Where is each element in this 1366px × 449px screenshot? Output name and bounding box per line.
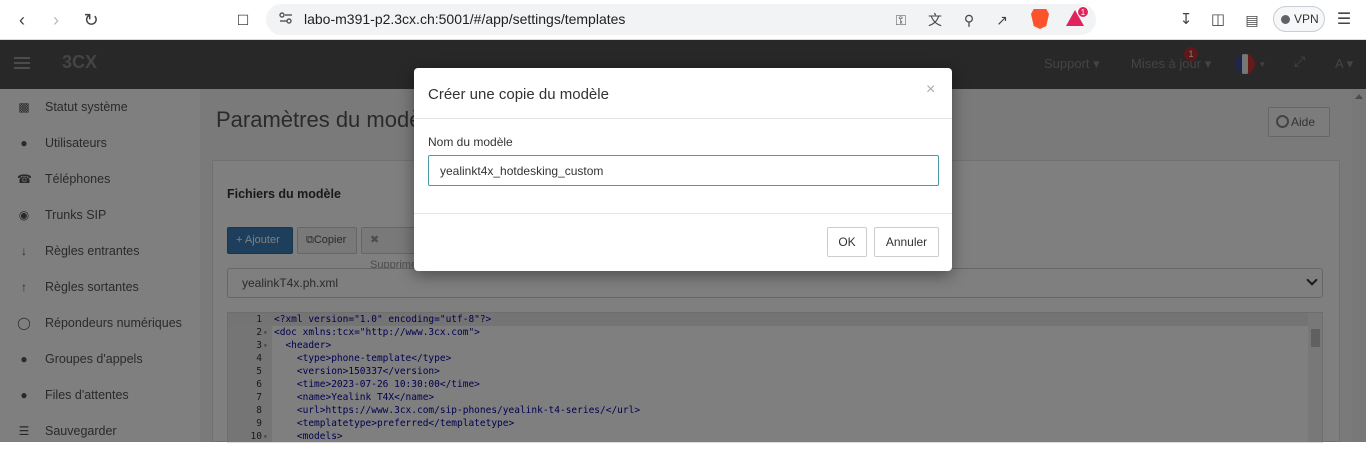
divider [414,118,952,119]
vpn-button[interactable]: VPN [1273,6,1325,32]
bookmark-icon[interactable]: ☐ [231,8,255,32]
ok-button[interactable]: OK [827,227,867,257]
close-icon[interactable]: × [926,81,935,99]
site-settings-icon[interactable] [278,10,294,26]
zoom-icon[interactable]: ⚲ [960,11,978,29]
address-bar[interactable]: labo-m391-p2.3cx.ch:5001/#/app/settings/… [266,4,1096,35]
translate-icon[interactable]: 文 [926,11,944,29]
vpn-status-icon [1281,15,1290,24]
wallet-icon[interactable]: ▤ [1240,8,1264,32]
template-name-input[interactable] [428,155,939,186]
cancel-button[interactable]: Annuler [874,227,939,257]
copy-template-dialog: Créer une copie du modèle × Nom du modèl… [414,68,952,271]
template-name-label: Nom du modèle [428,135,513,149]
download-icon[interactable]: ↧ [1174,8,1198,32]
forward-icon[interactable]: › [44,8,68,32]
menu-icon[interactable]: ☰ [1332,8,1356,32]
dialog-title: Créer une copie du modèle [428,86,609,103]
share-icon[interactable]: ↗ [993,11,1011,29]
back-icon[interactable]: ‹ [10,8,34,32]
browser-toolbar: ‹ › ↻ ☐ labo-m391-p2.3cx.ch:5001/#/app/s… [0,0,1366,40]
key-icon[interactable]: ⚿ [892,11,910,29]
divider [414,213,952,214]
reload-icon[interactable]: ↻ [79,8,103,32]
sidebar-toggle-icon[interactable]: ◫ [1206,8,1230,32]
url-text[interactable]: labo-m391-p2.3cx.ch:5001/#/app/settings/… [304,11,625,27]
rewards-badge: 1 [1077,6,1089,18]
vpn-label: VPN [1294,12,1319,26]
